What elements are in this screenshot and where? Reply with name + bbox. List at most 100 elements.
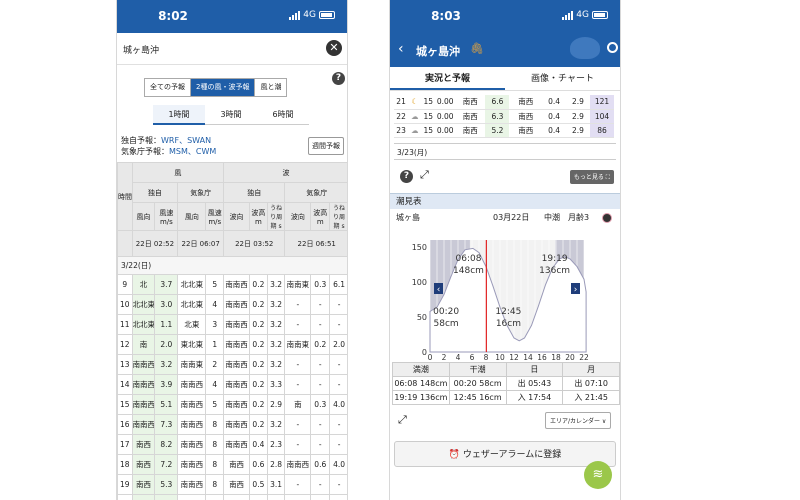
forecast-type-tabs: 全ての予報 2種の風・波予報 風と潮	[144, 78, 288, 97]
table-cell: 3.3	[266, 374, 286, 395]
tide-head-low: 干潮	[448, 362, 507, 377]
table-cell: 0.00	[435, 109, 455, 124]
tab-1h[interactable]: 1時間	[153, 105, 205, 125]
table-cell: 南西	[131, 474, 156, 495]
search-value[interactable]: 城ヶ島沖	[123, 43, 159, 56]
interval-tabs: 1時間 3時間 6時間	[153, 105, 309, 125]
tab-observation-forecast[interactable]: 実況と予報	[390, 67, 505, 90]
clear-icon[interactable]: ✕	[326, 40, 342, 56]
table-cell: 0.4	[249, 434, 268, 455]
status-bar: 8:02 4G	[117, 0, 347, 33]
table-row: 21 ☾ 15 0.00 南西 6.6 南西 0.4 2.9 121	[394, 95, 614, 110]
table-cell: 南南西	[223, 334, 251, 355]
x-tick-label: 0	[428, 353, 433, 360]
table-cell: 南西	[454, 109, 486, 124]
table-cell: 3.2	[154, 354, 179, 375]
expand-arrows-icon[interactable]: ⤢	[398, 413, 407, 427]
right-phone-screen: 8:03 4G ‹ 城ヶ島沖 🖇 実況と予報 画像・チャート 21 ☾ 15 0.00…	[389, 0, 621, 500]
low-tide-label-time: 12:45	[495, 307, 521, 317]
table-cell: 南南西	[223, 414, 251, 435]
table-cell: 南南西	[223, 294, 251, 315]
tab-images-charts[interactable]: 画像・チャート	[505, 67, 620, 90]
back-icon[interactable]: ‹	[398, 41, 404, 57]
table-cell: 南南西	[131, 394, 156, 415]
moon-age: 月齢3	[568, 213, 590, 222]
low-tide-label-level: 58cm	[434, 319, 459, 329]
x-tick-label: 2	[442, 353, 447, 360]
sunrise: 出 05:43	[505, 376, 564, 391]
high-tide-label-level: 136cm	[539, 266, 570, 276]
update-jma-wave: 22日 06:51	[284, 230, 347, 257]
search-bar[interactable]: 城ヶ島沖 ✕	[117, 33, 347, 65]
x-tick-label: 8	[484, 353, 489, 360]
tab-6h[interactable]: 6時間	[257, 105, 309, 125]
tab-3h[interactable]: 3時間	[205, 105, 257, 125]
col-swell-period-jma: うねり周期 s	[329, 202, 347, 231]
tab-all-forecasts[interactable]: 全ての予報	[145, 79, 191, 96]
tab-wind-tide[interactable]: 風と潮	[255, 79, 287, 96]
low-tide-2: 12:45 16cm	[448, 390, 507, 405]
tide-place: 城ヶ島	[396, 213, 420, 222]
x-tick-label: 22	[579, 353, 589, 360]
table-controls: ? ⤢ もっと見る ⛶	[394, 168, 616, 186]
table-row: 17 南西 8.2 南南西 8 南南西 0.4 2.3- - -	[117, 434, 347, 455]
wave-jma: 気象庁	[284, 182, 347, 203]
table-cell: 南西	[509, 95, 543, 110]
table-cell: 南南西	[177, 414, 207, 435]
table-cell: 15	[117, 394, 133, 415]
col-wave-height-jma: 波高 m	[310, 202, 331, 231]
table-cell: -	[329, 414, 347, 435]
col-wave-height: 波高 m	[249, 202, 268, 231]
table-cell: 2.0	[329, 334, 347, 355]
low-tide-1: 00:20 58cm	[448, 376, 507, 391]
col-time: 時間	[117, 162, 133, 231]
weekly-forecast-button[interactable]: 週間予報	[308, 137, 344, 155]
table-cell: 3.2	[266, 314, 286, 335]
cloud-icon: ☁	[408, 123, 422, 138]
table-cell: 南南西	[177, 434, 207, 455]
table-cell: -	[329, 314, 347, 335]
table-cell: 0.2	[249, 354, 268, 375]
help-icon[interactable]: ?	[332, 72, 345, 85]
table-cell: 0.6	[249, 454, 268, 475]
col-wind-dir-jma: 風向	[177, 202, 207, 231]
signal-bars-icon	[562, 10, 574, 20]
high-tide-label-time: 06:08	[456, 254, 482, 264]
paperclip-icon[interactable]: 🖇	[470, 42, 484, 55]
table-cell: 南西	[509, 123, 543, 138]
y-tick-label: 100	[412, 278, 427, 287]
table-cell: 南西	[454, 95, 486, 110]
table-cell: 南南西	[131, 354, 156, 375]
table-cell: 南	[131, 334, 156, 355]
model-jma-link[interactable]: MSM、CWM	[169, 147, 216, 156]
table-cell: 2.8	[266, 454, 286, 475]
table-cell: 0.2	[249, 374, 268, 395]
model-own-link[interactable]: WRF、SWAN	[161, 136, 211, 145]
table-cell: 0.4	[542, 123, 567, 138]
table-cell: 10	[117, 294, 133, 315]
more-button[interactable]: もっと見る ⛶	[569, 170, 614, 184]
table-cell: 6.6	[485, 95, 510, 110]
expand-arrows-icon[interactable]: ⤢	[420, 168, 429, 182]
chevron-left-icon: ‹	[437, 285, 441, 295]
wave-header: 波	[223, 162, 347, 183]
x-tick-label: 12	[509, 353, 519, 360]
table-cell: 3.9	[154, 374, 179, 395]
table-cell: 3.2	[266, 414, 286, 435]
y-tick-label: 50	[417, 313, 427, 322]
tide-head-moon: 月	[562, 362, 620, 377]
table-cell: 南南西	[223, 374, 251, 395]
wind-fab-icon[interactable]: ≋	[584, 461, 612, 489]
tab-wind-wave[interactable]: 2種の風・波予報	[191, 79, 256, 96]
col-wind-speed: 風速 m/s	[154, 202, 179, 231]
help-icon[interactable]: ?	[400, 170, 413, 183]
table-cell: 15	[421, 95, 436, 110]
table-cell: 南南西	[131, 374, 156, 395]
table-cell: 南西	[223, 454, 251, 475]
table-cell: -	[329, 294, 347, 315]
search-icon[interactable]	[607, 42, 618, 53]
alarm-label: ウェザーアラームに登録	[462, 450, 562, 460]
table-cell: 7.3	[154, 414, 179, 435]
weather-alarm-button[interactable]: ⏰ ウェザーアラームに登録	[394, 441, 616, 467]
area-calendar-select[interactable]: エリア/カレンダー ∨	[545, 412, 612, 429]
